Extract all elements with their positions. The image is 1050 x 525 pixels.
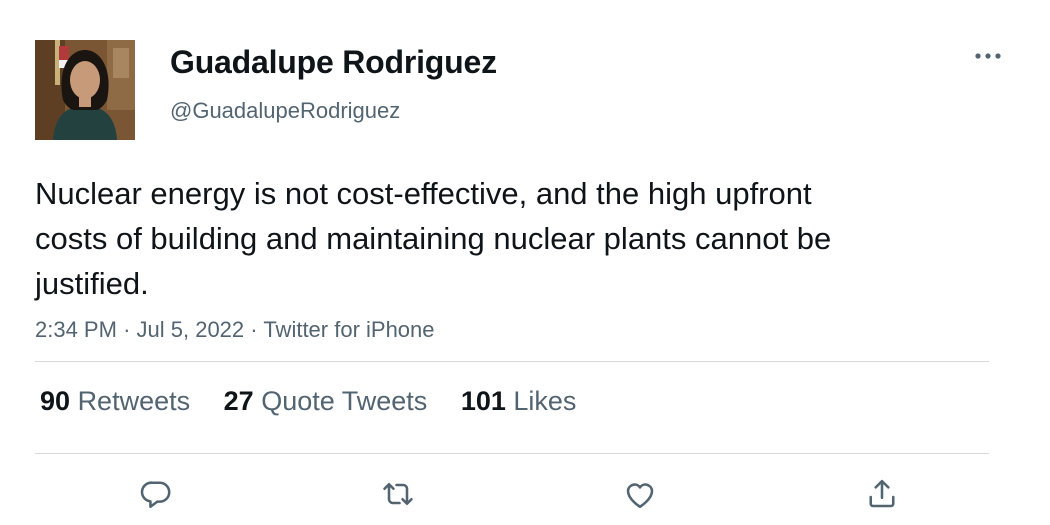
retweets-label: Retweets bbox=[77, 386, 191, 416]
retweet-icon bbox=[383, 482, 413, 506]
likes-stat[interactable]: 101 Likes bbox=[461, 386, 577, 417]
quote-tweets-label: Quote Tweets bbox=[261, 386, 428, 416]
tweet-source[interactable]: Twitter for iPhone bbox=[263, 317, 434, 342]
likes-label: Likes bbox=[513, 386, 577, 416]
author-handle[interactable]: @GuadalupeRodriguez bbox=[170, 98, 400, 124]
tweet-meta: 2:34 PM · Jul 5, 2022 · Twitter for iPho… bbox=[35, 317, 435, 343]
share-button[interactable] bbox=[862, 474, 902, 514]
tweet-text: Nuclear energy is not cost-effective, an… bbox=[35, 176, 832, 301]
like-button[interactable] bbox=[620, 474, 660, 514]
retweet-button[interactable] bbox=[378, 474, 418, 514]
tweet-time[interactable]: 2:34 PM bbox=[35, 317, 117, 342]
meta-separator: · bbox=[123, 317, 131, 342]
avatar-photo bbox=[35, 40, 135, 140]
quote-tweets-stat[interactable]: 27 Quote Tweets bbox=[224, 386, 428, 417]
tweet-stats: 90 Retweets 27 Quote Tweets 101 Likes bbox=[40, 386, 602, 417]
retweets-stat[interactable]: 90 Retweets bbox=[40, 386, 190, 417]
meta-separator: · bbox=[250, 317, 258, 342]
avatar[interactable] bbox=[35, 40, 135, 140]
share-icon bbox=[869, 479, 895, 508]
more-icon bbox=[975, 53, 1001, 59]
heart-icon bbox=[626, 483, 654, 509]
tweet-date[interactable]: Jul 5, 2022 bbox=[137, 317, 245, 342]
likes-count: 101 bbox=[460, 386, 506, 416]
author-name[interactable]: Guadalupe Rodriguez bbox=[170, 44, 497, 81]
more-options-button[interactable] bbox=[972, 42, 1004, 70]
divider bbox=[35, 361, 989, 362]
retweets-count: 90 bbox=[40, 386, 71, 416]
reply-icon bbox=[140, 481, 171, 509]
quote-tweets-count: 27 bbox=[223, 386, 254, 416]
reply-button[interactable] bbox=[136, 474, 176, 514]
divider bbox=[35, 453, 989, 454]
